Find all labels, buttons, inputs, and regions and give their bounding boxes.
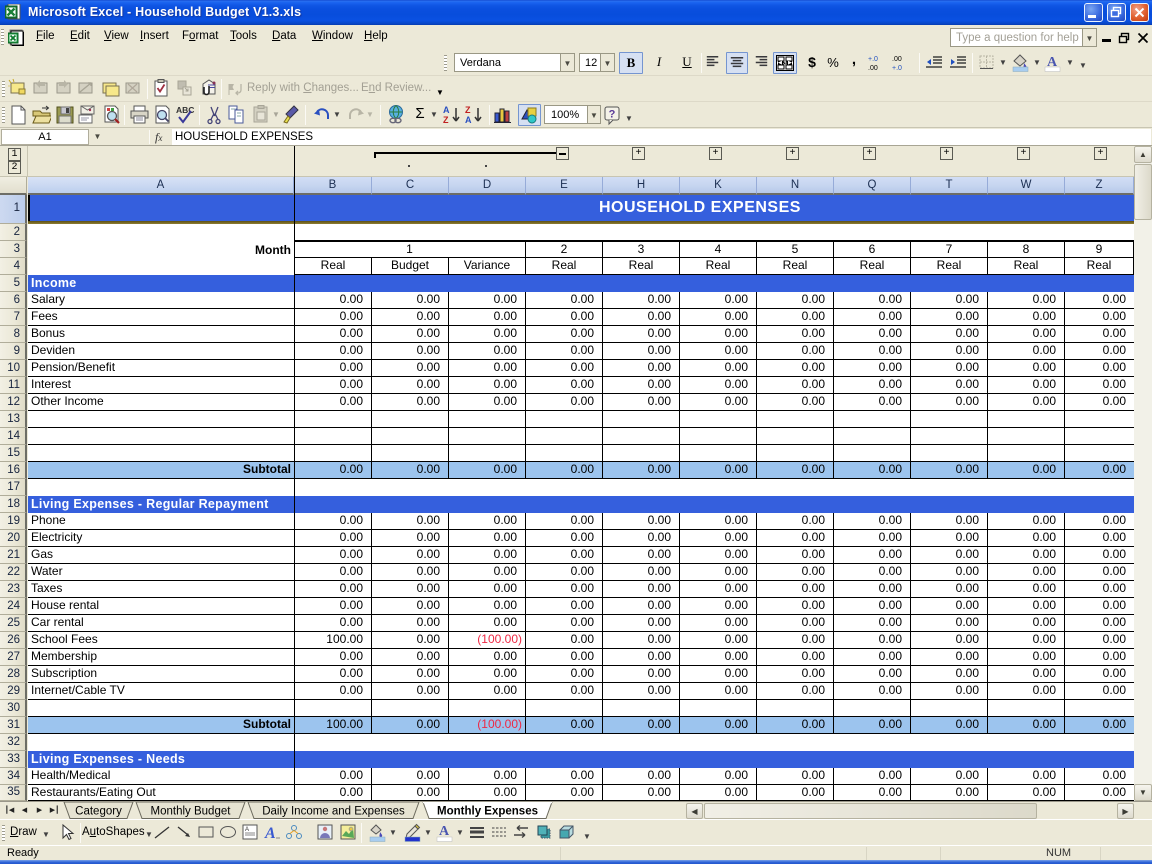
svg-text:A: A (245, 827, 249, 833)
svg-text:◄a►: ◄a► (777, 59, 793, 66)
svg-text:.00: .00 (892, 56, 902, 63)
svg-text:Daily Income and Expenses: Daily Income and Expenses (262, 806, 405, 818)
svg-text:.00: .00 (868, 65, 878, 72)
svg-text:+.0: +.0 (868, 56, 878, 63)
svg-text:A: A (465, 115, 472, 125)
svg-text:?: ? (609, 109, 616, 121)
svg-text:Category: Category (75, 806, 122, 818)
svg-text:Monthly Expenses: Monthly Expenses (437, 806, 538, 818)
svg-text:+.0: +.0 (892, 65, 902, 72)
svg-text:Z: Z (465, 105, 471, 115)
svg-text:ABC: ABC (176, 105, 194, 115)
svg-text:Z: Z (443, 115, 449, 125)
svg-text:A: A (443, 105, 450, 115)
svg-text:Monthly Budget: Monthly Budget (151, 806, 232, 818)
svg-text:A: A (264, 825, 276, 842)
